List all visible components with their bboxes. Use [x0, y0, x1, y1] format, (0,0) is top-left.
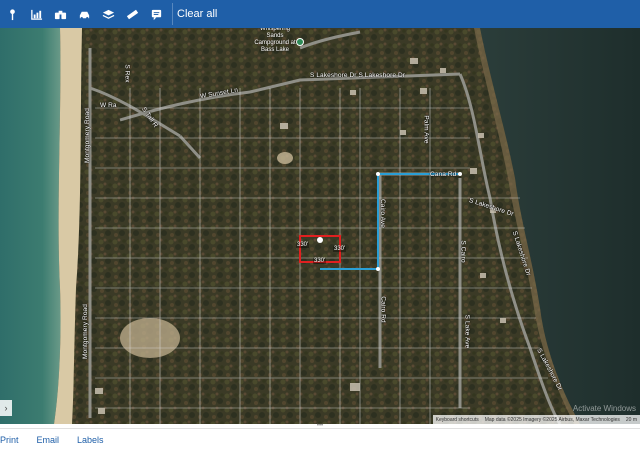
- road-label-cairo-ave: Cairo Ave: [378, 199, 386, 228]
- note-icon[interactable]: [146, 3, 166, 25]
- road-label-s-rex: S Rex: [123, 64, 131, 83]
- email-link[interactable]: Email: [37, 435, 60, 445]
- parcel-dim-right: 330': [333, 246, 347, 252]
- road-label-s-cairo: S Cairo: [459, 240, 467, 263]
- road-label-palm-ave: Palm Ave: [422, 115, 430, 144]
- satellite-map[interactable]: W Sunset Ln S Lakeshore Dr S Lakeshore D…: [0, 28, 640, 424]
- road-label-lake-ave: S Lake Ave: [463, 314, 471, 349]
- road-label-cana-rd: Cana Rd: [430, 171, 457, 178]
- layers-icon[interactable]: [98, 3, 118, 25]
- labels-link[interactable]: Labels: [77, 435, 104, 445]
- map-toolbar: Clear all: [0, 0, 640, 28]
- map-pin-icon[interactable]: [2, 3, 22, 25]
- keyboard-shortcuts-link[interactable]: Keyboard shortcuts: [436, 417, 479, 423]
- car-icon[interactable]: [74, 3, 94, 25]
- clear-all-button[interactable]: Clear all: [172, 3, 221, 25]
- poi-label-campground: Whispering Sands Campground at Bass Lake: [254, 28, 296, 53]
- ruler-icon[interactable]: [122, 3, 142, 25]
- road-label-w-ra: W Ra: [100, 102, 117, 109]
- windows-watermark: Activate Windows: [572, 404, 636, 413]
- road-label-montgomery-2: Montgomery Road: [81, 304, 89, 359]
- map-scale: 20 m: [625, 416, 637, 423]
- binoculars-icon[interactable]: [50, 3, 70, 25]
- parcel-dim-bottom: 330': [313, 258, 327, 264]
- chart-icon[interactable]: [26, 3, 46, 25]
- expand-panel-chevron-icon[interactable]: ›: [0, 400, 12, 416]
- road-label-cairo-rd: Cairo Rd: [379, 296, 387, 323]
- map-attribution: Keyboard shortcuts Map data ©2025 Imager…: [432, 415, 640, 424]
- map-data-credit: Map data ©2025 Imagery ©2025 Airbus, Max…: [484, 416, 620, 423]
- bottom-actions: Print Email Labels: [0, 428, 640, 450]
- parcel-dim-left: 330': [296, 242, 310, 248]
- road-label-s-lakeshore-top: S Lakeshore Dr S Lakeshore Dr: [310, 72, 406, 79]
- print-link[interactable]: Print: [0, 435, 19, 445]
- road-label-montgomery-1: Montgomery Road: [83, 108, 91, 163]
